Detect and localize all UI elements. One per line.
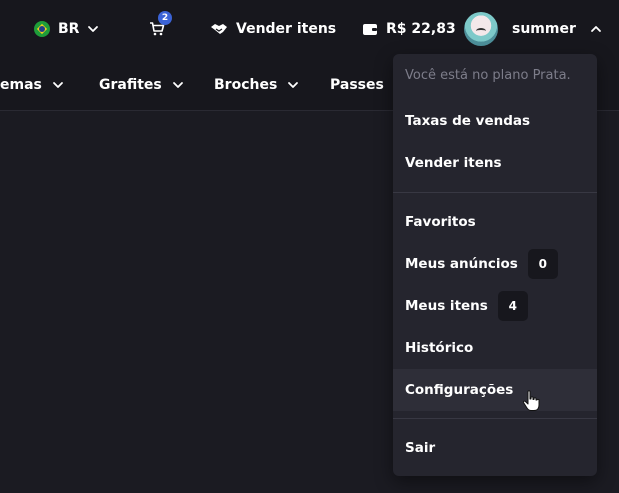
menu-item-my-items[interactable]: Meus itens 4 — [393, 285, 597, 327]
chevron-down-icon — [172, 81, 183, 88]
menu-item-logout[interactable]: Sair — [393, 427, 597, 469]
menu-item-sell-items[interactable]: Vender itens — [393, 142, 597, 184]
menu-divider — [393, 418, 597, 419]
items-count-badge: 4 — [497, 291, 528, 321]
nav-item-grafites[interactable]: Grafites — [99, 58, 184, 111]
hand-pointer-icon — [522, 390, 540, 411]
nav-item-label: emas — [0, 76, 42, 93]
nav-item-label: Grafites — [99, 76, 162, 93]
handshake-icon — [211, 24, 227, 34]
chevron-up-icon — [590, 26, 601, 32]
cart-button[interactable]: 2 — [149, 0, 172, 58]
avatar — [464, 12, 498, 46]
sell-items-label: Vender itens — [236, 21, 337, 37]
menu-item-label: Histórico — [405, 340, 474, 356]
menu-item-label: Meus itens — [405, 298, 488, 314]
menu-item-label: Favoritos — [405, 214, 476, 230]
menu-item-my-listings[interactable]: Meus anúncios 0 — [393, 243, 597, 285]
menu-item-label: Sair — [405, 440, 436, 456]
chevron-down-icon — [288, 81, 299, 88]
wallet-icon — [363, 24, 377, 35]
nav-item-temas[interactable]: emas — [0, 58, 64, 111]
listings-count-badge: 0 — [527, 249, 558, 279]
menu-item-label: Meus anúncios — [405, 256, 518, 272]
user-menu-toggle[interactable]: summer — [464, 0, 602, 58]
wallet-balance[interactable]: R$ 22,83 — [362, 0, 456, 58]
top-bar: BR 2 Vender itens R$ 22,83 summer — [0, 0, 619, 58]
menu-item-history[interactable]: Histórico — [393, 327, 597, 369]
menu-item-label: Vender itens — [405, 155, 502, 171]
chevron-down-icon — [88, 26, 99, 32]
menu-divider — [393, 192, 597, 193]
nav-item-label: Broches — [214, 76, 278, 93]
brazil-flag-icon — [34, 21, 50, 37]
username-label: summer — [512, 21, 576, 37]
menu-item-label: Configurações — [405, 382, 514, 398]
cart-count-badge: 2 — [158, 11, 172, 25]
nav-item-broches[interactable]: Broches — [214, 58, 299, 111]
nav-item-label: Passes — [330, 76, 384, 93]
plan-notice: Você está no plano Prata. — [405, 68, 571, 83]
region-label: BR — [58, 21, 80, 37]
chevron-down-icon — [52, 81, 63, 88]
menu-item-favorites[interactable]: Favoritos — [393, 201, 597, 243]
user-dropdown-menu: Você está no plano Prata. Taxas de venda… — [393, 54, 597, 476]
balance-value: R$ 22,83 — [386, 21, 456, 37]
menu-item-label: Taxas de vendas — [405, 113, 531, 129]
sell-items-link[interactable]: Vender itens — [210, 0, 336, 58]
region-selector[interactable]: BR — [34, 0, 99, 58]
menu-item-sales-fees[interactable]: Taxas de vendas — [393, 100, 597, 142]
menu-item-settings[interactable]: Configurações — [393, 369, 597, 411]
